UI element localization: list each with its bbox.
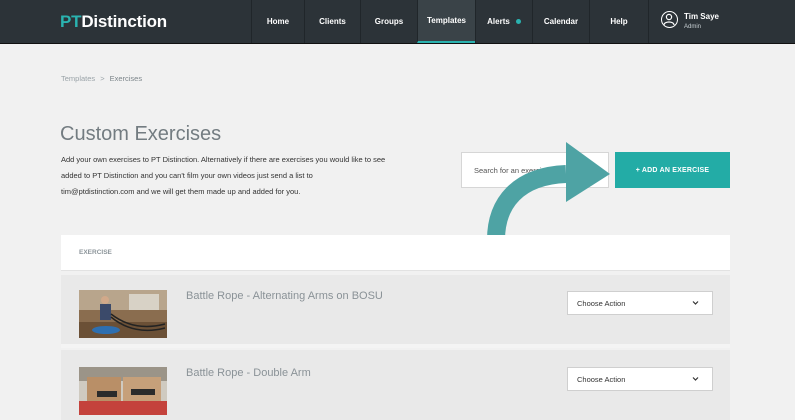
nav-clients[interactable]: Clients — [304, 0, 360, 43]
nav-groups-label: Groups — [374, 17, 404, 26]
exercise-table-header: EXERCISE — [61, 235, 730, 271]
exercise-thumbnail[interactable] — [79, 367, 167, 415]
exercise-thumbnail[interactable] — [79, 290, 167, 338]
table-row[interactable]: Battle Rope - Alternating Arms on BOSU C… — [61, 275, 730, 348]
nav-groups[interactable]: Groups — [360, 0, 417, 43]
chevron-down-icon — [692, 377, 699, 381]
page-title: Custom Exercises — [60, 123, 222, 146]
nav-templates[interactable]: Templates — [417, 0, 475, 43]
main-nav: Home Clients Groups Templates Alerts Cal… — [251, 0, 648, 43]
nav-clients-label: Clients — [319, 17, 346, 26]
choose-action-label: Choose Action — [577, 298, 626, 308]
add-exercise-button[interactable]: + ADD AN EXERCISE — [615, 152, 730, 188]
nav-alerts[interactable]: Alerts — [475, 0, 532, 43]
nav-templates-label: Templates — [427, 16, 466, 25]
alert-indicator-dot — [515, 19, 521, 24]
user-avatar-icon — [661, 11, 678, 28]
user-name: Tim Saye — [684, 12, 719, 21]
logo-prefix: PT — [60, 12, 82, 31]
curved-arrow-icon — [487, 142, 610, 241]
choose-action-select[interactable]: Choose Action — [567, 291, 713, 315]
choose-action-label: Choose Action — [577, 374, 626, 384]
exercise-title[interactable]: Battle Rope - Double Arm — [186, 367, 311, 379]
app-logo[interactable]: PTDistinction — [60, 12, 167, 32]
logo-suffix: Distinction — [81, 12, 167, 31]
chevron-down-icon — [692, 301, 699, 305]
breadcrumb-separator: > — [100, 74, 105, 83]
nav-calendar-label: Calendar — [543, 17, 579, 26]
nav-help[interactable]: Help — [589, 0, 648, 43]
user-menu[interactable]: Tim Saye Admin — [648, 0, 795, 43]
nav-alerts-label: Alerts — [487, 17, 510, 26]
breadcrumb-templates-link[interactable]: Templates — [61, 74, 95, 83]
column-header-exercise: EXERCISE — [79, 249, 112, 256]
breadcrumb-current: Exercises — [109, 74, 143, 83]
exercise-title[interactable]: Battle Rope - Alternating Arms on BOSU — [186, 290, 383, 302]
breadcrumb: Templates > Exercises — [61, 74, 142, 83]
nav-help-label: Help — [610, 17, 628, 26]
user-role: Admin — [684, 24, 702, 30]
top-navigation-bar: PTDistinction Home Clients Groups Templa… — [0, 0, 795, 44]
nav-home[interactable]: Home — [251, 0, 304, 43]
table-row[interactable]: Battle Rope - Double Arm Choose Action — [61, 350, 730, 420]
nav-calendar[interactable]: Calendar — [532, 0, 589, 43]
choose-action-select[interactable]: Choose Action — [567, 367, 713, 391]
nav-home-label: Home — [266, 17, 290, 26]
intro-text: Add your own exercises to PT Distinction… — [61, 155, 386, 196]
